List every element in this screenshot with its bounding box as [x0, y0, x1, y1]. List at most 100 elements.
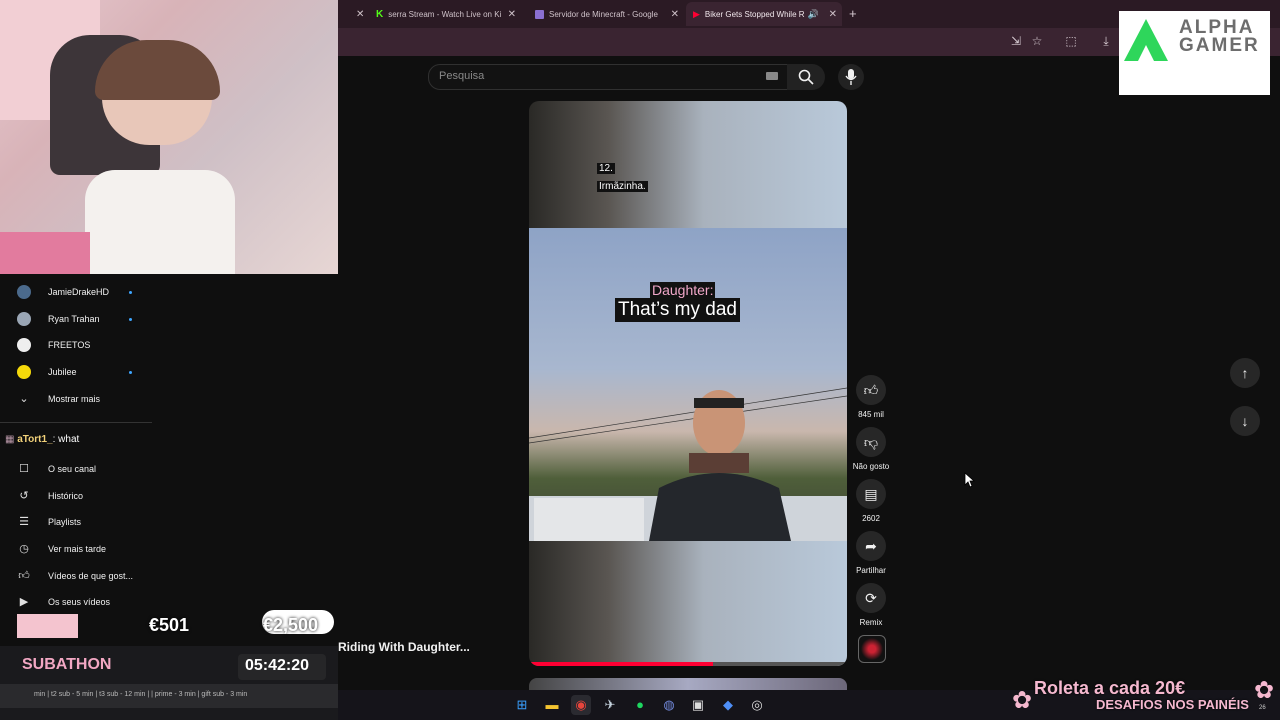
live-dot: [129, 371, 132, 374]
channel-name: Ryan Trahan: [48, 314, 100, 324]
goal-current: €501: [149, 615, 190, 635]
app-icon-2[interactable]: ◆: [718, 695, 738, 715]
goal-target: €2,500: [263, 615, 319, 635]
sidebar-divider: [0, 422, 152, 423]
search-icon: [798, 69, 814, 85]
subscription-item[interactable]: JamieDrakeHD: [17, 285, 137, 301]
sidebar-item-label: Playlists: [48, 517, 82, 527]
extensions-icon[interactable]: ⬚: [1064, 34, 1078, 48]
tab-label: Servidor de Minecraft - Google: [549, 9, 658, 19]
caption-speaker: Daughter:: [650, 282, 716, 298]
challenges-text: DESAFIOS NOS PAINÉIS: [1096, 697, 1249, 712]
close-icon[interactable]: ✕: [829, 9, 837, 20]
sidebar-item-your-channel[interactable]: ☐ O seu canal: [17, 462, 152, 478]
live-dot: [129, 318, 132, 321]
alpha-gamer-logo: ALPHA GAMER: [1119, 11, 1270, 95]
search-placeholder: Pesquisa: [439, 70, 485, 82]
user-icon: ☐: [19, 463, 29, 475]
sidebar-item-label: O seu canal: [48, 464, 97, 474]
channel-name: FREETOS: [48, 340, 91, 350]
sidebar-item-history[interactable]: ↺ Histórico: [17, 489, 152, 505]
next-short-button[interactable]: ↓: [1230, 406, 1260, 436]
close-icon[interactable]: ✕: [671, 9, 679, 20]
subscription-item[interactable]: Jubilee: [17, 365, 137, 381]
keyboard-icon[interactable]: [766, 72, 778, 80]
channel-avatar: [17, 285, 31, 299]
subathon-rules-ticker: min | t2 sub - 5 min | t3 sub - 12 min |…: [0, 684, 338, 708]
subathon-rules: min | t2 sub - 5 min | t3 sub - 12 min |…: [34, 691, 248, 698]
previous-short-button[interactable]: ↑: [1230, 358, 1260, 388]
video-progress-track[interactable]: [529, 662, 847, 666]
steam-icon[interactable]: ✈: [600, 695, 620, 715]
live-dot: [129, 291, 132, 294]
chrome-icon[interactable]: ◉: [571, 695, 591, 715]
flower-icon-2: ✿: [1254, 677, 1275, 704]
thumbs-up-icon: 👍︎: [18, 570, 30, 582]
sidebar-item-playlists[interactable]: ☰ Playlists: [17, 515, 152, 531]
comments-button[interactable]: ▤: [856, 479, 886, 509]
spotify-icon[interactable]: ●: [630, 695, 650, 715]
close-icon[interactable]: ✕: [508, 9, 516, 20]
kick-icon: K: [376, 8, 384, 20]
tab-youtube[interactable]: ▶ Biker Gets Stopped While R 🔊 ✕: [693, 4, 837, 24]
sidebar-item-your-videos[interactable]: ▶ Os seus vídeos: [17, 595, 152, 611]
remix-label: Remix: [859, 618, 883, 627]
tab-close-prev[interactable]: ✕: [350, 4, 364, 24]
channel-avatar: [17, 312, 31, 326]
brand-line-2: GAMER: [1179, 35, 1260, 56]
channel-name: JamieDrakeHD: [48, 287, 110, 297]
file-explorer-icon[interactable]: ▬: [542, 695, 562, 715]
app-icon[interactable]: ▣: [688, 695, 708, 715]
dislike-label: Não gosto: [852, 462, 890, 471]
tab-google-sheets[interactable]: Servidor de Minecraft - Google ✕: [535, 4, 679, 24]
share-label: Partilhar: [856, 566, 886, 575]
show-more-button[interactable]: ⌄ Mostrar mais: [17, 392, 137, 408]
caption-text: Irmãzinha.: [597, 181, 648, 192]
chat-user: aTort1_: [17, 434, 53, 445]
subscription-item[interactable]: FREETOS: [17, 338, 137, 354]
search-input[interactable]: Pesquisa: [428, 64, 788, 90]
dislike-button[interactable]: 👎︎: [856, 427, 886, 457]
windows-start-icon[interactable]: ⊞: [512, 695, 532, 715]
audio-thumbnail[interactable]: [858, 635, 886, 663]
sidebar-item-label: Vídeos de que gost...: [48, 571, 134, 581]
tab-kick[interactable]: K serra Stream - Watch Live on Ki ✕: [376, 4, 516, 24]
sidebar-item-watch-later[interactable]: ◷ Ver mais tarde: [17, 542, 152, 558]
voice-search-button[interactable]: [838, 64, 864, 90]
corner-number: 26: [1259, 705, 1266, 711]
share-button[interactable]: ➦: [856, 531, 886, 561]
roulette-text: Roleta a cada 20€: [1034, 678, 1186, 698]
download-icon[interactable]: ⤓: [1099, 34, 1113, 48]
webcam-feed: [0, 0, 338, 274]
goal-progress-bar: [17, 614, 78, 638]
caption-number: 12.: [597, 163, 615, 174]
sheets-icon: [535, 9, 544, 19]
discord-icon[interactable]: ◍: [659, 695, 679, 715]
channel-avatar: [17, 338, 31, 352]
alpha-logo-icon: [1124, 19, 1168, 61]
sidebar-item-label: Os seus vídeos: [48, 597, 111, 607]
tab-label: Biker Gets Stopped While R: [704, 9, 805, 19]
subscription-item[interactable]: Ryan Trahan: [17, 312, 137, 328]
flower-icon: ✿: [1012, 687, 1033, 714]
install-app-icon[interactable]: ⇲: [1009, 34, 1023, 48]
new-tab-button[interactable]: +: [849, 6, 857, 21]
search-button[interactable]: [787, 64, 825, 90]
sidebar-item-liked[interactable]: 👍︎ Vídeos de que gost...: [17, 569, 152, 585]
sidebar-item-label: Ver mais tarde: [48, 544, 107, 554]
speaker-icon[interactable]: 🔊: [808, 9, 819, 20]
next-short-preview[interactable]: [529, 678, 847, 690]
history-icon: ↺: [19, 490, 29, 502]
subathon-timer: 05:42:20: [245, 657, 310, 674]
playlist-icon: ☰: [19, 516, 29, 528]
bookmark-star-icon[interactable]: ☆: [1030, 34, 1044, 48]
short-video-player[interactable]: 12. Irmãzinha. Daughter: That’s my dad: [529, 101, 847, 666]
mouse-cursor-icon: [964, 472, 976, 488]
chat-message: ▦ aTort1_: what: [5, 434, 79, 445]
remix-button[interactable]: ⟳: [856, 583, 886, 613]
obs-icon[interactable]: ◎: [747, 695, 767, 715]
like-count: 845 mil: [858, 410, 884, 419]
video-icon: ▶: [19, 596, 29, 608]
like-button[interactable]: 👍︎: [856, 375, 886, 405]
channel-avatar: [17, 365, 31, 379]
